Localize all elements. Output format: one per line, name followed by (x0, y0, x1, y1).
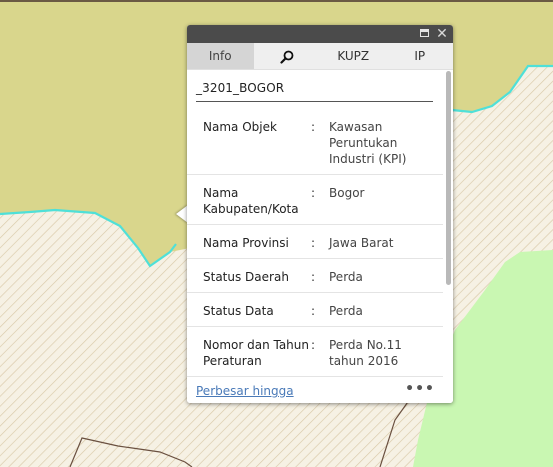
zoom-to-link[interactable]: Perbesar hingga (196, 384, 294, 398)
popup-content[interactable]: _3201_BOGOR Nama Objek : Kawasan Peruntu… (187, 70, 443, 381)
attribute-colon: : (311, 304, 316, 318)
tab-ip[interactable]: IP (387, 43, 454, 69)
search-icon (280, 50, 294, 64)
attribute-row: Nama Provinsi : Jawa Barat (187, 225, 443, 259)
attribute-value: Perda (329, 270, 363, 284)
popup-titlebar: ✕ (187, 25, 453, 43)
attribute-key: Status Data (203, 304, 274, 318)
more-options-icon[interactable]: ••• (405, 381, 435, 397)
attribute-row: Status Data : Perda (187, 293, 443, 327)
tab-search[interactable] (254, 43, 321, 69)
tab-info[interactable]: Info (187, 43, 254, 69)
attribute-colon: : (311, 338, 316, 352)
popup-tabs: Info KUPZ IP (187, 43, 453, 70)
close-icon[interactable]: ✕ (436, 27, 448, 41)
attribute-colon: : (311, 270, 316, 284)
attribute-row: Status Daerah : Perda (187, 259, 443, 293)
attribute-key: Nama Provinsi (203, 236, 289, 250)
maximize-icon[interactable] (419, 28, 431, 40)
attribute-value: Kawasan Peruntukan Industri (KPI) (329, 120, 407, 166)
feature-title: _3201_BOGOR (196, 81, 433, 102)
attribute-key: Nama Kabupaten/Kota (203, 186, 299, 216)
attribute-colon: : (311, 120, 316, 134)
attribute-table: Nama Objek : Kawasan Peruntukan Industri… (187, 109, 443, 377)
info-popup[interactable]: ✕ Info KUPZ IP _3201_BOGOR Nama Objek : … (187, 25, 453, 403)
attribute-value: Bogor (329, 186, 365, 200)
attribute-key: Nama Objek (203, 120, 277, 134)
tab-kupz[interactable]: KUPZ (320, 43, 387, 69)
attribute-row: Nama Objek : Kawasan Peruntukan Industri… (187, 109, 443, 175)
attribute-colon: : (311, 236, 316, 250)
attribute-value: Perda No.11 tahun 2016 (329, 338, 402, 368)
popup-footer: Perbesar hingga ••• (187, 381, 453, 403)
attribute-colon: : (311, 186, 316, 200)
scrollbar[interactable] (446, 71, 451, 285)
attribute-value: Jawa Barat (329, 236, 394, 250)
attribute-value: Perda (329, 304, 363, 318)
attribute-key: Status Daerah (203, 270, 289, 284)
attribute-key: Nomor dan Tahun Peraturan (203, 338, 310, 368)
attribute-row: Nama Kabupaten/Kota : Bogor (187, 175, 443, 225)
attribute-row: Nomor dan Tahun Peraturan : Perda No.11 … (187, 327, 443, 377)
